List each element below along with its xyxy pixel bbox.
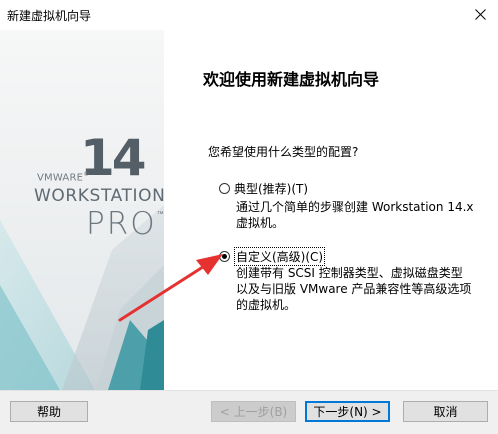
logo-version: 14 bbox=[80, 129, 147, 187]
option-typical[interactable]: 典型(推荐)(T) bbox=[219, 180, 308, 197]
page-heading: 欢迎使用新建虚拟机向导 bbox=[203, 70, 380, 89]
option-custom[interactable]: 自定义(高级)(C) bbox=[219, 247, 326, 266]
window-title: 新建虚拟机向导 bbox=[7, 9, 92, 23]
close-button[interactable] bbox=[462, 0, 498, 28]
wizard-banner: 14 VMWARE® WORKSTATION PRO™ bbox=[0, 30, 164, 390]
logo-edition: PRO™ bbox=[86, 206, 164, 242]
next-button[interactable]: 下一步(N) > bbox=[305, 401, 390, 422]
title-bar: 新建虚拟机向导 bbox=[0, 0, 498, 30]
close-icon bbox=[474, 8, 486, 20]
option-typical-label[interactable]: 典型(推荐)(T) bbox=[234, 180, 308, 197]
logo-brand: VMWARE® bbox=[37, 171, 90, 184]
logo-product: WORKSTATION bbox=[34, 186, 164, 206]
option-custom-description: 创建带有 SCSI 控制器类型、虚拟磁盘类型 以及与旧版 VMware 产品兼容… bbox=[236, 266, 472, 312]
button-bar: 帮助 < 上一步(B) 下一步(N) > 取消 bbox=[0, 390, 498, 434]
help-button[interactable]: 帮助 bbox=[10, 401, 88, 422]
option-typical-description: 通过几个简单的步骤创建 Workstation 14.x 虚拟机。 bbox=[236, 200, 474, 230]
option-custom-label[interactable]: 自定义(高级)(C) bbox=[234, 247, 326, 266]
back-button[interactable]: < 上一步(B) bbox=[211, 401, 296, 422]
radio-typical[interactable] bbox=[219, 183, 230, 194]
radio-custom[interactable] bbox=[219, 251, 230, 262]
config-question: 您希望使用什么类型的配置? bbox=[208, 145, 359, 159]
cancel-button[interactable]: 取消 bbox=[403, 401, 488, 422]
